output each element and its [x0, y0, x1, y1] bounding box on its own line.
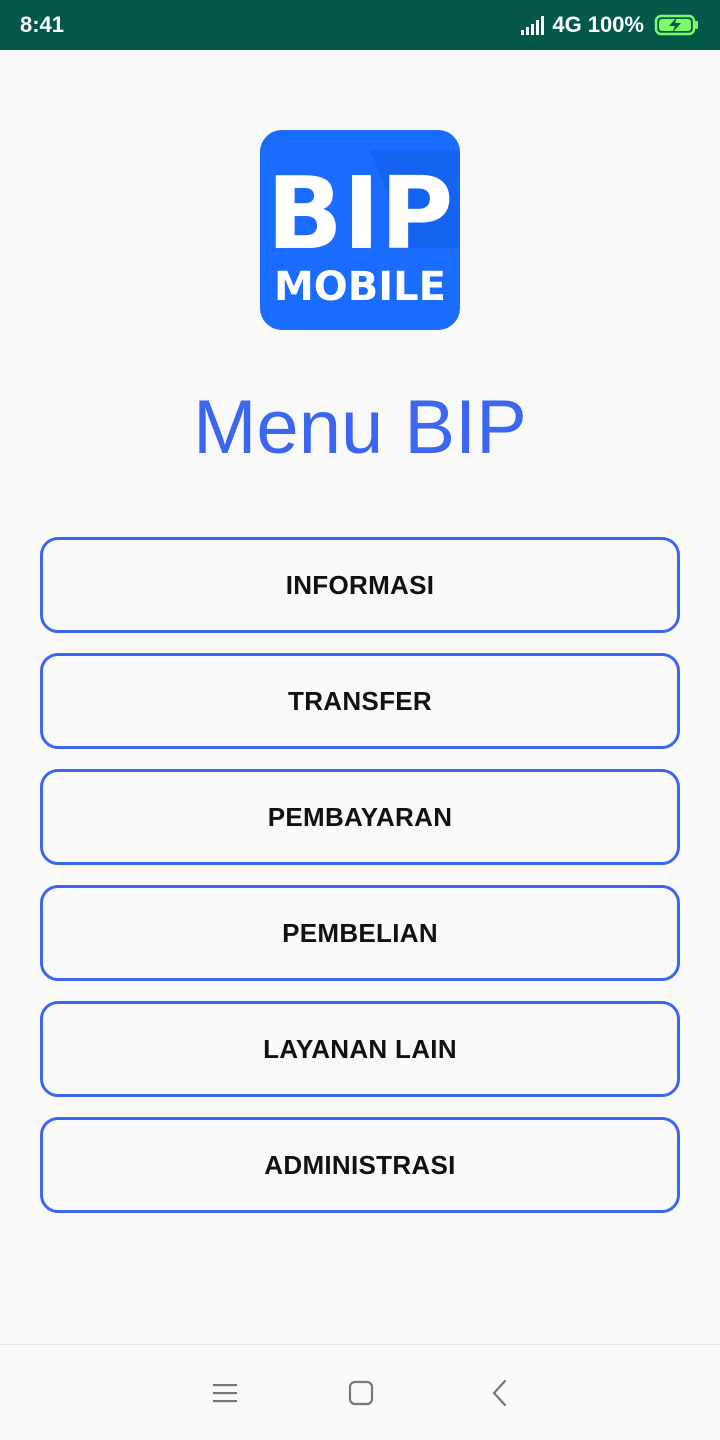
signal-bars-icon [521, 15, 545, 35]
status-time: 8:41 [20, 12, 65, 37]
hamburger-icon [212, 1382, 238, 1404]
back-button[interactable] [476, 1369, 524, 1417]
network-type: 4G [552, 12, 582, 37]
bip-mobile-logo: BIP MOBILE [260, 130, 460, 330]
chevron-back-icon [490, 1379, 510, 1407]
status-indicators: 4G 100% [521, 12, 700, 38]
menu-button-administrasi[interactable]: ADMINISTRASI [40, 1117, 680, 1213]
menu-button-transfer[interactable]: TRANSFER [40, 653, 680, 749]
status-bar: 8:41 4G 100% [0, 0, 720, 50]
recent-apps-button[interactable] [201, 1369, 249, 1417]
home-button[interactable] [337, 1369, 385, 1417]
logo-text-mobile: MOBILE [274, 264, 446, 310]
menu-button-pembayaran[interactable]: PEMBAYARAN [40, 769, 680, 865]
battery-percent: 100% [587, 12, 644, 37]
page-title: Menu BIP [193, 385, 527, 470]
square-home-icon [348, 1380, 374, 1406]
logo-text-bip: BIP [267, 155, 454, 272]
menu-list: INFORMASI TRANSFER PEMBAYARAN PEMBELIAN … [40, 537, 680, 1233]
menu-button-informasi[interactable]: INFORMASI [40, 537, 680, 633]
menu-button-layanan-lain[interactable]: LAYANAN LAIN [40, 1001, 680, 1097]
menu-button-pembelian[interactable]: PEMBELIAN [40, 885, 680, 981]
system-nav-bar [0, 1344, 720, 1440]
battery-charging-icon [654, 13, 700, 37]
